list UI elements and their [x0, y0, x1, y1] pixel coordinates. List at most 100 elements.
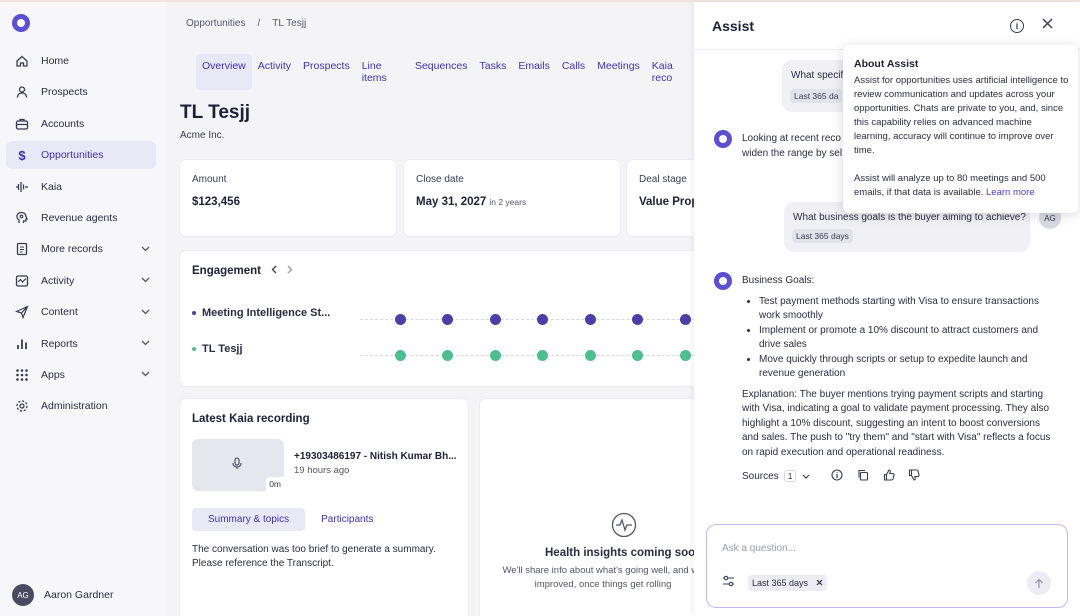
- sidebar-item-label: Administration: [41, 400, 108, 413]
- recording-name[interactable]: +19303486197 - Nitish Kumar Bh...: [294, 451, 457, 462]
- close-icon[interactable]: [1042, 16, 1053, 33]
- ai-heading: Business Goals:: [742, 275, 815, 286]
- contact-row-dot: [192, 347, 196, 351]
- sidebar-item-kaia[interactable]: Kaia: [6, 173, 156, 201]
- tab-prospects[interactable]: Prospects: [297, 54, 356, 90]
- chevron-right-icon[interactable]: [287, 265, 293, 277]
- send-button[interactable]: [1027, 571, 1051, 595]
- record-tabs: Overview Activity Prospects Line items S…: [196, 54, 696, 90]
- sidebar-item-content[interactable]: Content: [6, 298, 156, 326]
- meeting-row-dot: [192, 311, 196, 315]
- copy-icon[interactable]: [857, 469, 869, 484]
- timeline-dot[interactable]: [632, 350, 643, 361]
- timeline-dot[interactable]: [680, 314, 691, 325]
- timeline-dot[interactable]: [490, 314, 501, 325]
- assist-ai-icon: [714, 130, 732, 148]
- ask-question-box[interactable]: Ask a question... Last 365 days: [706, 524, 1068, 608]
- send-icon: [14, 304, 30, 320]
- deal-stage-value: Value Prop: [639, 196, 699, 208]
- tab-tasks[interactable]: Tasks: [473, 54, 512, 90]
- sidebar-item-more-records[interactable]: More records: [6, 235, 156, 263]
- sidebar-item-label: Reports: [41, 337, 78, 350]
- tab-calls[interactable]: Calls: [556, 54, 591, 90]
- sources-toggle[interactable]: Sources 1: [742, 470, 810, 482]
- sidebar-item-label: Activity: [41, 274, 75, 287]
- tooltip-paragraph: Assist for opportunities uses artificial…: [854, 75, 1069, 156]
- engagement-row[interactable]: TL Tesjj: [192, 343, 243, 355]
- chevron-down-icon[interactable]: [141, 370, 150, 379]
- sidebar-item-reports[interactable]: Reports: [6, 330, 156, 358]
- timeline-dot[interactable]: [490, 350, 501, 361]
- tab-overview[interactable]: Overview: [196, 54, 252, 90]
- ai-bullets: Test payment methods starting with Visa …: [759, 295, 1052, 382]
- agent-icon: [14, 210, 30, 226]
- chevron-down-icon[interactable]: [141, 307, 150, 316]
- health-pulse-icon: [611, 512, 637, 544]
- sidebar-item-accounts[interactable]: Accounts: [6, 110, 156, 138]
- recording-tabs: Summary & topics Participants: [192, 508, 389, 531]
- remove-filter-icon[interactable]: [816, 578, 823, 588]
- user-profile[interactable]: AG Aaron Gardner: [12, 584, 113, 606]
- timeline-dot[interactable]: [537, 350, 548, 361]
- breadcrumb-parent[interactable]: Opportunities: [186, 18, 245, 29]
- engagement-row[interactable]: Meeting Intelligence St...: [192, 307, 330, 319]
- sidebar-item-label: Content: [41, 306, 78, 319]
- close-date-label: Close date: [416, 174, 464, 185]
- sidebar-item-apps[interactable]: Apps: [6, 361, 156, 389]
- info-icon[interactable]: [831, 469, 843, 484]
- chevron-down-icon[interactable]: [141, 244, 150, 253]
- sidebar-item-label: Accounts: [41, 117, 85, 130]
- sidebar-item-revenue-agents[interactable]: Revenue agents: [6, 204, 156, 232]
- info-icon[interactable]: i: [1010, 19, 1024, 33]
- tooltip-paragraph: Assist will analyze up to 80 meetings an…: [854, 172, 1070, 200]
- sidebar-item-home[interactable]: Home: [6, 47, 156, 75]
- company-name[interactable]: Acme Inc.: [180, 130, 224, 141]
- timeline-dot[interactable]: [585, 314, 596, 325]
- timeline-dot[interactable]: [395, 350, 406, 361]
- app-logo[interactable]: [12, 14, 30, 32]
- timeline-dot[interactable]: [395, 314, 406, 325]
- thumbs-down-icon[interactable]: [908, 469, 920, 484]
- person-icon: [14, 84, 30, 100]
- timeline-dot[interactable]: [442, 350, 453, 361]
- sidebar-item-label: Kaia: [41, 180, 63, 193]
- timeline-dot[interactable]: [442, 314, 453, 325]
- tab-activity[interactable]: Activity: [252, 54, 297, 90]
- tab-emails[interactable]: Emails: [512, 54, 556, 90]
- learn-more-link[interactable]: Learn more: [986, 187, 1035, 198]
- main-content: Opportunities / TL Tesjj Overview Activi…: [166, 2, 727, 616]
- user-name: Aaron Gardner: [44, 589, 114, 601]
- chevron-down-icon[interactable]: [141, 276, 150, 285]
- timeline-dot[interactable]: [680, 350, 691, 361]
- thumbs-up-icon[interactable]: [883, 469, 895, 484]
- sidebar-item-activity[interactable]: Activity: [6, 267, 156, 295]
- close-date-value: May 31, 2027 in 2 years: [416, 196, 526, 208]
- tab-line-items[interactable]: Line items: [356, 54, 409, 90]
- sidebar-item-label: More records: [41, 243, 103, 256]
- amount-card[interactable]: Amount $123,456: [180, 160, 396, 236]
- sidebar-item-opportunities[interactable]: $ Opportunities: [6, 141, 156, 170]
- tab-participants[interactable]: Participants: [305, 508, 389, 531]
- filters-icon[interactable]: [722, 575, 735, 590]
- assist-title: Assist: [712, 18, 755, 34]
- timeline-dot[interactable]: [632, 314, 643, 325]
- chevron-down-icon: [802, 471, 810, 482]
- recording-thumbnail[interactable]: 0m: [192, 439, 284, 491]
- ask-input[interactable]: Ask a question...: [722, 543, 796, 554]
- tab-sequences[interactable]: Sequences: [409, 54, 474, 90]
- sidebar-item-label: Revenue agents: [41, 211, 118, 224]
- tab-kaia-recordings[interactable]: Kaia reco: [646, 54, 696, 90]
- tab-summary-topics[interactable]: Summary & topics: [192, 508, 306, 531]
- tab-meetings[interactable]: Meetings: [591, 54, 646, 90]
- chevron-down-icon[interactable]: [141, 339, 150, 348]
- sidebar-item-administration[interactable]: Administration: [6, 392, 156, 420]
- grid-icon: [14, 367, 30, 383]
- chevron-left-icon[interactable]: [271, 265, 277, 277]
- close-date-card[interactable]: Close date May 31, 2027 in 2 years: [404, 160, 620, 236]
- ai-message: Business Goals: Test payment methods sta…: [742, 274, 1052, 460]
- timeline-dot[interactable]: [585, 350, 596, 361]
- sidebar-item-label: Home: [41, 55, 70, 67]
- timeline-dot[interactable]: [537, 314, 548, 325]
- sidebar-item-prospects[interactable]: Prospects: [6, 78, 156, 106]
- dollar-icon: $: [18, 147, 26, 163]
